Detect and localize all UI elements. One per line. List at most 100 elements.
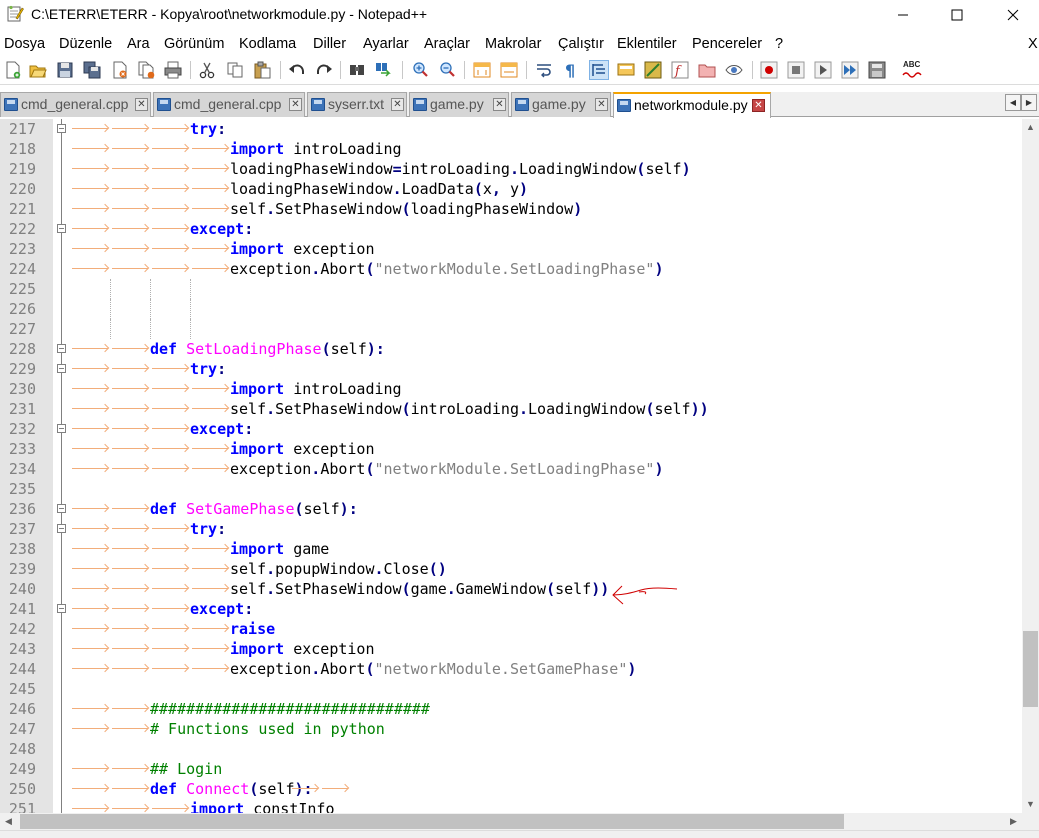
menu-kodlama[interactable]: Kodlama <box>239 36 296 52</box>
title-bar[interactable]: C:\ETERR\ETERR - Kopya\root\networkmodul… <box>0 0 1039 30</box>
menu-makrolar[interactable]: Makrolar <box>485 36 541 52</box>
tab-game-py-2[interactable]: game.py ✕ <box>511 92 611 117</box>
fold-toggle-icon[interactable] <box>57 124 66 133</box>
tab-close-icon[interactable]: ✕ <box>752 99 765 112</box>
new-file-icon[interactable] <box>3 60 23 80</box>
close-all-icon[interactable] <box>137 60 157 80</box>
code-line[interactable]: 218 import introLoading <box>0 139 1022 159</box>
copy-icon[interactable] <box>225 60 245 80</box>
code-line[interactable]: 224 exception.Abort("networkModule.SetLoa… <box>0 259 1022 279</box>
scroll-up-arrow-icon[interactable]: ▲ <box>1022 119 1039 136</box>
function-list-icon[interactable]: f <box>670 60 690 80</box>
code-line[interactable]: 251 import constInfo <box>0 799 1022 813</box>
vertical-scroll-thumb[interactable] <box>1023 631 1038 707</box>
code-line[interactable]: 226 <box>0 299 1022 319</box>
save-all-icon[interactable] <box>82 60 102 80</box>
code-line[interactable]: 232 except: <box>0 419 1022 439</box>
cut-icon[interactable] <box>197 60 217 80</box>
tab-close-icon[interactable]: ✕ <box>595 98 608 111</box>
code-line[interactable]: 225 <box>0 279 1022 299</box>
tab-scroll-left-button[interactable]: ◀ <box>1005 94 1021 111</box>
record-macro-icon[interactable] <box>759 60 779 80</box>
sync-vertical-icon[interactable] <box>472 60 492 80</box>
code-line[interactable]: 245 <box>0 679 1022 699</box>
close-document-button[interactable]: X <box>1028 36 1038 52</box>
code-line[interactable]: 219 loadingPhaseWindow=introLoading.Loadi… <box>0 159 1022 179</box>
play-macro-icon[interactable] <box>813 60 833 80</box>
code-line[interactable]: 240 self.SetPhaseWindow(game.GameWindow(s… <box>0 579 1022 599</box>
user-defined-language-icon[interactable] <box>616 60 636 80</box>
word-wrap-icon[interactable] <box>534 60 554 80</box>
scroll-right-arrow-icon[interactable]: ▶ <box>1005 813 1022 830</box>
code-line[interactable]: 249 ## Login <box>0 759 1022 779</box>
code-line[interactable]: 228 def SetLoadingPhase(self): <box>0 339 1022 359</box>
menu-gorunum[interactable]: Görünüm <box>164 36 224 52</box>
fold-toggle-icon[interactable] <box>57 364 66 373</box>
code-line[interactable]: 223 import exception <box>0 239 1022 259</box>
tab-cmd-general-cpp-1[interactable]: cmd_general.cpp ✕ <box>0 92 151 117</box>
redo-icon[interactable] <box>314 60 334 80</box>
sync-horizontal-icon[interactable] <box>499 60 519 80</box>
code-line[interactable]: 229 try: <box>0 359 1022 379</box>
open-file-icon[interactable] <box>28 60 48 80</box>
menu-ara[interactable]: Ara <box>127 36 150 52</box>
code-line[interactable]: 250 def Connect(self): <box>0 779 1022 799</box>
fold-toggle-icon[interactable] <box>57 504 66 513</box>
fold-toggle-icon[interactable] <box>57 344 66 353</box>
vertical-scrollbar[interactable]: ▲ ▼ <box>1022 119 1039 813</box>
code-line[interactable]: 235 <box>0 479 1022 499</box>
code-line[interactable]: 247 # Functions used in python <box>0 719 1022 739</box>
code-editor[interactable]: 217 try: 218 import introLoading 219 loadingP… <box>0 119 1022 813</box>
menu-duzenle[interactable]: Düzenle <box>59 36 112 52</box>
tab-game-py-1[interactable]: game.py ✕ <box>409 92 509 117</box>
run-macro-multiple-icon[interactable] <box>840 60 860 80</box>
close-file-icon[interactable] <box>110 60 130 80</box>
save-icon[interactable] <box>55 60 75 80</box>
find-icon[interactable] <box>347 60 367 80</box>
stop-macro-icon[interactable] <box>786 60 806 80</box>
code-line[interactable]: 230 import introLoading <box>0 379 1022 399</box>
tab-close-icon[interactable]: ✕ <box>493 98 506 111</box>
menu-diller[interactable]: Diller <box>313 36 346 52</box>
fold-toggle-icon[interactable] <box>57 604 66 613</box>
menu-ayarlar[interactable]: Ayarlar <box>363 36 409 52</box>
code-line[interactable]: 222 except: <box>0 219 1022 239</box>
fold-toggle-icon[interactable] <box>57 224 66 233</box>
code-line[interactable]: 236 def SetGamePhase(self): <box>0 499 1022 519</box>
code-line[interactable]: 231 self.SetPhaseWindow(introLoading.Load… <box>0 399 1022 419</box>
close-button[interactable] <box>987 0 1039 30</box>
menu-calistir[interactable]: Çalıştır <box>558 36 604 52</box>
code-line[interactable]: 233 import exception <box>0 439 1022 459</box>
menu-pencereler[interactable]: Pencereler <box>692 36 762 52</box>
menu-araclar[interactable]: Araçlar <box>424 36 470 52</box>
tab-close-icon[interactable]: ✕ <box>391 98 404 111</box>
spell-check-button[interactable]: ABC <box>901 60 923 80</box>
zoom-out-icon[interactable] <box>437 60 457 80</box>
save-macro-icon[interactable] <box>867 60 887 80</box>
code-line[interactable]: 238 import game <box>0 539 1022 559</box>
show-all-characters-icon[interactable]: ¶ <box>561 60 581 80</box>
notepad-app-icon[interactable] <box>6 5 24 23</box>
code-line[interactable]: 237 try: <box>0 519 1022 539</box>
replace-icon[interactable] <box>374 60 394 80</box>
tab-cmd-general-cpp-2[interactable]: cmd_general.cpp ✕ <box>153 92 305 117</box>
code-line[interactable]: 244 exception.Abort("networkModule.SetGam… <box>0 659 1022 679</box>
code-line[interactable]: 221 self.SetPhaseWindow(loadingPhaseWindo… <box>0 199 1022 219</box>
tab-scroll-right-button[interactable]: ▶ <box>1021 94 1037 111</box>
document-map-icon[interactable] <box>643 60 663 80</box>
tab-close-icon[interactable]: ✕ <box>289 98 302 111</box>
code-line[interactable]: 220 loadingPhaseWindow.LoadData(x, y) <box>0 179 1022 199</box>
monitoring-eye-icon[interactable] <box>724 60 744 80</box>
zoom-in-icon[interactable] <box>410 60 430 80</box>
tab-close-icon[interactable]: ✕ <box>135 98 148 111</box>
folder-as-workspace-icon[interactable] <box>697 60 717 80</box>
print-icon[interactable] <box>163 60 183 80</box>
maximize-button[interactable] <box>931 0 983 30</box>
code-line[interactable]: 243 import exception <box>0 639 1022 659</box>
menu-eklentiler[interactable]: Eklentiler <box>617 36 677 52</box>
code-line[interactable]: 248 <box>0 739 1022 759</box>
code-line[interactable]: 242 raise <box>0 619 1022 639</box>
undo-icon[interactable] <box>287 60 307 80</box>
code-line[interactable]: 217 try: <box>0 119 1022 139</box>
code-line[interactable]: 227 <box>0 319 1022 339</box>
